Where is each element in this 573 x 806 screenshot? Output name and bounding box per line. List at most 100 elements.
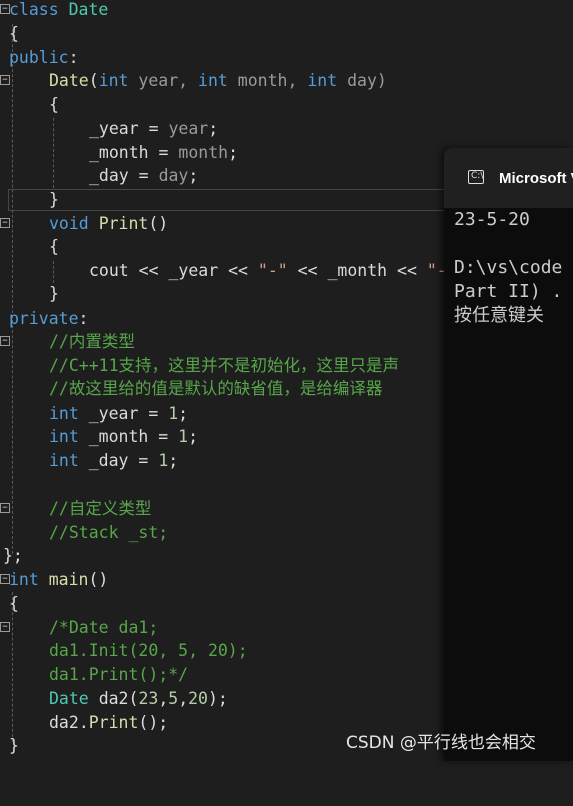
class-name-token: Date bbox=[58, 0, 109, 19]
code-line-19: int _month = 1; bbox=[0, 425, 198, 449]
code-line-15: − //内置类型 bbox=[0, 330, 135, 354]
member-token: _year bbox=[89, 119, 139, 138]
member-token: _day bbox=[88, 451, 129, 470]
punct-token: , bbox=[178, 689, 189, 708]
class-name-token: Date bbox=[49, 689, 89, 708]
code-line-17: //故这里给的值是默认的缺省值，是给编译器 bbox=[0, 377, 382, 401]
param-token: day bbox=[158, 166, 189, 185]
code-line-27: − /*Date da1; bbox=[0, 616, 158, 640]
brace-token: } bbox=[49, 190, 59, 209]
brace-token: { bbox=[49, 95, 59, 114]
punct-token: : bbox=[78, 309, 89, 328]
number-token: 5 bbox=[168, 689, 179, 708]
punct-token: ; bbox=[188, 166, 199, 185]
punct-token: ); bbox=[208, 689, 228, 708]
code-line-10: − void Print() bbox=[0, 212, 168, 236]
brace-token: } bbox=[49, 284, 59, 303]
code-line-26: { bbox=[0, 592, 40, 616]
member-token: _year bbox=[168, 261, 219, 280]
fold-toggle-icon[interactable]: − bbox=[0, 75, 10, 85]
keyword-token: int bbox=[307, 71, 338, 90]
code-line-11: { bbox=[0, 235, 59, 259]
debug-console-window[interactable]: C:\ Microsoft Visual Studio 调试控制台 23-5-2… bbox=[444, 148, 573, 761]
comment-token: //Stack _st; bbox=[49, 523, 169, 542]
code-line-25: − int main() bbox=[0, 568, 108, 592]
console-title: Microsoft Visual Studio 调试控制台 bbox=[499, 170, 573, 187]
code-line-31: da2.Print(); bbox=[0, 711, 168, 735]
operator-token: = bbox=[138, 119, 169, 138]
code-line-8: _day = day; bbox=[0, 164, 198, 188]
code-line-30: Date da2(23,5,20); bbox=[0, 687, 228, 711]
member-token: _month bbox=[88, 427, 149, 446]
operator-token: << bbox=[287, 261, 328, 280]
brace-token: } bbox=[9, 736, 19, 755]
code-line-3: public: bbox=[0, 46, 79, 70]
operator-token: = bbox=[128, 166, 159, 185]
code-line-32: } bbox=[0, 734, 40, 758]
punct-token: (); bbox=[138, 713, 169, 732]
code-line-20: int _day = 1; bbox=[0, 449, 178, 473]
keyword-token: int bbox=[49, 427, 79, 446]
function-token: main bbox=[48, 570, 89, 589]
watermark: CSDN @平行线也会相交 bbox=[346, 733, 536, 753]
param-token: day) bbox=[337, 71, 387, 90]
operator-token: << bbox=[128, 261, 169, 280]
code-line-7: _month = month; bbox=[0, 141, 238, 165]
fold-toggle-icon[interactable]: − bbox=[0, 218, 10, 228]
member-token: _month bbox=[327, 261, 388, 280]
code-line-2: { bbox=[0, 22, 40, 46]
identifier-token: cout bbox=[89, 261, 129, 280]
number-token: 20 bbox=[188, 689, 208, 708]
code-line-24: }; bbox=[0, 544, 40, 568]
console-output-line: D:\vs\code bbox=[454, 257, 563, 278]
member-token: _day bbox=[89, 166, 129, 185]
brace-token: { bbox=[9, 24, 19, 43]
comment-token: //C++11支持，这里并不是初始化，这里只是声 bbox=[49, 356, 400, 375]
console-title-bar[interactable]: C:\ Microsoft Visual Studio 调试控制台 bbox=[444, 148, 573, 208]
member-token: _year bbox=[88, 404, 139, 423]
keyword-token: int bbox=[49, 451, 79, 470]
fold-toggle-icon[interactable]: − bbox=[0, 503, 10, 513]
function-token: Date bbox=[49, 71, 89, 90]
operator-token: = bbox=[148, 143, 179, 162]
number-token: 1 bbox=[178, 427, 189, 446]
code-line-9: } bbox=[0, 188, 59, 212]
keyword-token: void bbox=[49, 214, 89, 233]
number-token: 23 bbox=[138, 689, 159, 708]
punct-token: () bbox=[148, 214, 169, 233]
comment-token: //自定义类型 bbox=[49, 499, 152, 518]
keyword-token: int bbox=[49, 404, 79, 423]
number-token: 1 bbox=[158, 451, 169, 470]
code-line-4: − Date(int year, int month, int day) bbox=[0, 69, 387, 93]
punct-token: ; bbox=[178, 404, 189, 423]
function-token: Print bbox=[98, 214, 149, 233]
code-line-12: cout << _year << "-" << _month << "- bbox=[0, 259, 447, 283]
console-output-line: Part II) . bbox=[454, 281, 563, 302]
comment-token: //内置类型 bbox=[49, 332, 135, 351]
param-token: month bbox=[178, 143, 229, 162]
param-token: year bbox=[168, 119, 209, 138]
punct-token: ( bbox=[128, 689, 139, 708]
punct-token: ; bbox=[208, 119, 219, 138]
code-line-29: da1.Print();*/ bbox=[0, 663, 188, 687]
function-token: Print bbox=[88, 713, 139, 732]
code-line-23: //Stack _st; bbox=[0, 521, 168, 545]
code-line-16: //C++11支持，这里并不是初始化，这里只是声 bbox=[0, 354, 399, 378]
code-line-6: _year = year; bbox=[0, 117, 218, 141]
fold-toggle-icon[interactable]: − bbox=[0, 336, 10, 346]
comment-token: da1.Init(20, 5, 20); bbox=[49, 641, 248, 660]
console-output-line: 按任意键关 bbox=[454, 305, 544, 326]
code-line-28: da1.Init(20, 5, 20); bbox=[0, 639, 248, 663]
fold-toggle-icon[interactable]: − bbox=[0, 622, 10, 632]
code-line-18: int _year = 1; bbox=[0, 402, 188, 426]
string-token: "-" bbox=[257, 261, 288, 280]
punct-token: () bbox=[88, 570, 109, 589]
comment-token: da1.Print();*/ bbox=[49, 665, 189, 684]
punct-token: ; bbox=[228, 143, 239, 162]
operator-token: << bbox=[218, 261, 258, 280]
